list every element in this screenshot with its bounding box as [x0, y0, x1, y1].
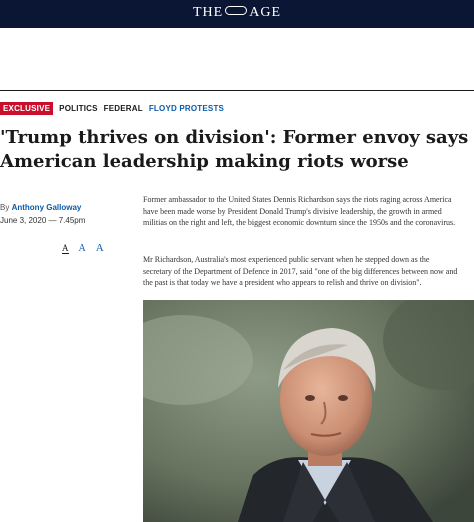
paragraph-line: Former ambassador to the United States D… — [143, 195, 452, 204]
byline-prefix: By — [0, 203, 10, 212]
publish-date: June 3, 2020 — 7.45pm — [0, 216, 86, 225]
article-headline: 'Trump thrives on division': Former envo… — [0, 127, 469, 172]
article-paragraph-2: Mr Richardson, Australia's most experien… — [143, 254, 474, 289]
byline: By Anthony Galloway — [0, 203, 81, 212]
section-divider — [0, 90, 474, 91]
exclusive-badge[interactable]: EXCLUSIVE — [0, 101, 54, 115]
paragraph-line: militias on the right and left, the bigg… — [143, 218, 456, 227]
font-size-large-button[interactable]: A — [96, 242, 104, 254]
masthead-right: AGE — [249, 5, 281, 20]
article-paragraph-1: Former ambassador to the United States D… — [143, 194, 474, 229]
paragraph-line: secretary of the Department of Defence i… — [143, 266, 458, 276]
paragraph-line: the past is that today we have a preside… — [143, 278, 422, 287]
font-size-medium-button[interactable]: A — [79, 243, 86, 254]
portrait-image — [143, 300, 474, 522]
lead-photo — [143, 300, 474, 522]
tag-federal[interactable]: FEDERAL — [104, 104, 143, 113]
font-size-controls: A A A — [62, 242, 104, 254]
paragraph-line: Mr Richardson, Australia's most experien… — [143, 255, 430, 264]
tag-politics[interactable]: POLITICS — [59, 104, 98, 113]
tag-row: EXCLUSIVE POLITICS FEDERAL FLOYD PROTEST… — [0, 101, 224, 115]
masthead-logo[interactable]: THE AGE — [0, 5, 474, 21]
tag-floyd-protests[interactable]: FLOYD PROTESTS — [149, 104, 224, 113]
font-size-small-button[interactable]: A — [62, 243, 69, 254]
author-link[interactable]: Anthony Galloway — [12, 203, 82, 212]
crest-icon — [225, 6, 248, 15]
masthead-left: THE — [193, 5, 224, 20]
paragraph-line: have been made worse by President Donald… — [143, 206, 442, 216]
